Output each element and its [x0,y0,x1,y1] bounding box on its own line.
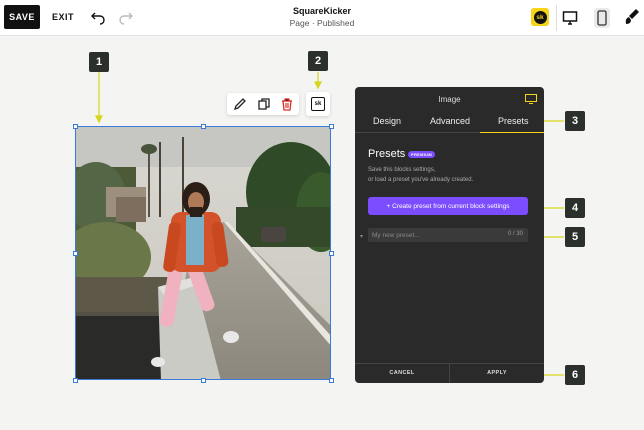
panel-title: Image [438,95,461,104]
image-settings-panel: Image Design Advanced Presets Presets PR… [355,87,544,383]
tab-presets[interactable]: Presets [498,116,529,126]
callout-3: 3 [565,111,585,131]
create-preset-button[interactable]: + Create preset from current block setti… [368,197,528,215]
caret-icon[interactable]: ▾ [360,233,363,240]
tab-design[interactable]: Design [373,116,401,126]
monitor-icon[interactable] [525,94,537,104]
apply-button[interactable]: APPLY [450,370,544,376]
preset-input-placeholder: My new preset... [372,231,420,239]
panel-tabs: Design Advanced Presets [355,111,544,133]
tab-advanced[interactable]: Advanced [430,116,470,126]
presets-description-line1: Save this blocks settings, [368,167,436,173]
panel-footer: CANCEL APPLY [355,363,544,383]
callout-6: 6 [565,365,585,385]
active-tab-indicator [480,132,544,133]
callout-2: 2 [308,51,328,71]
presets-description-line2: or load a preset you've already created. [368,177,474,183]
preset-name-input[interactable]: My new preset... 0 / 30 [368,228,528,242]
callout-5: 5 [565,227,585,247]
callout-1: 1 [89,52,109,72]
premium-badge: PREMIUM [408,151,435,158]
presets-heading: Presets [368,148,406,160]
cancel-button[interactable]: CANCEL [355,370,449,376]
character-counter: 0 / 30 [507,231,523,237]
callout-4: 4 [565,198,585,218]
